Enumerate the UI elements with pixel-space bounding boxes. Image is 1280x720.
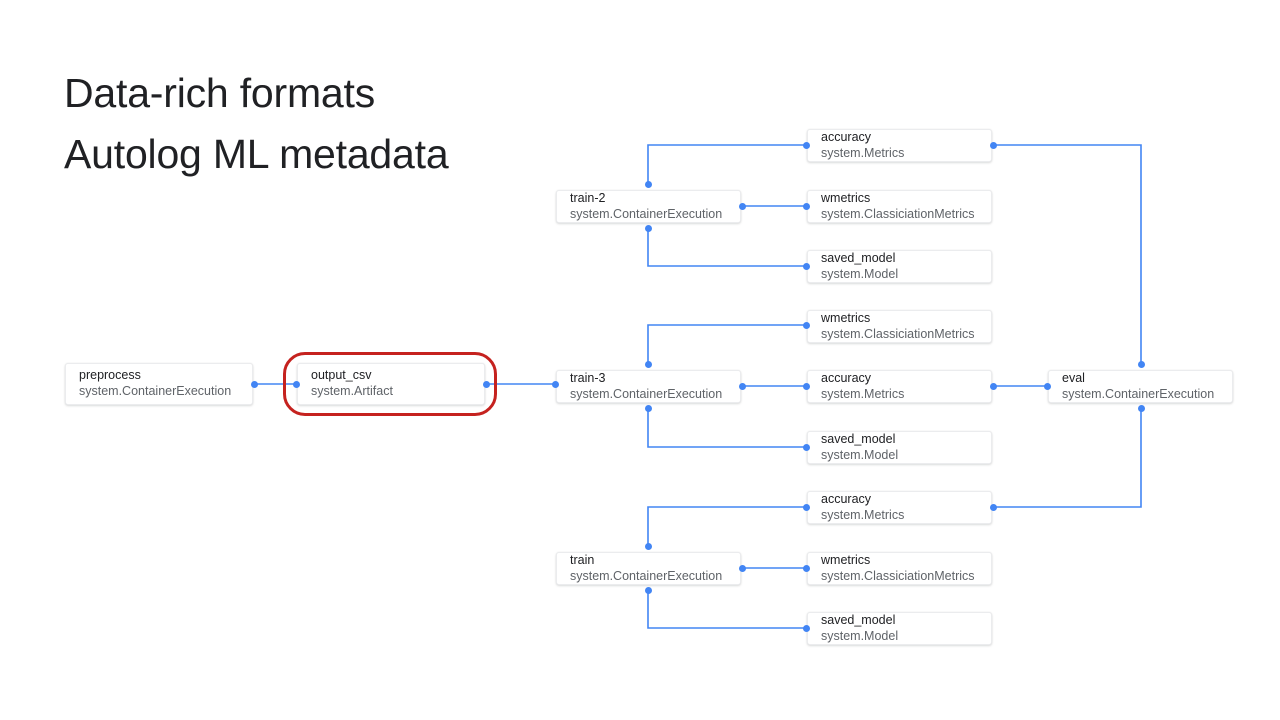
connector-dot-t1-accuracy-left <box>802 503 810 511</box>
graph-node-t2-saved_model[interactable]: saved_model system.Model <box>807 250 992 283</box>
node-title: accuracy <box>821 129 872 144</box>
node-type-label: system.ClassiciationMetrics <box>821 568 975 583</box>
node-title: saved_model <box>821 431 896 446</box>
node-type-label: system.ContainerExecution <box>1062 386 1215 401</box>
connector-dot-train-3-top <box>644 360 652 368</box>
node-title: wmetrics <box>821 190 871 205</box>
node-title: accuracy <box>821 370 872 385</box>
connector-dot-t1-accuracy-right <box>989 503 997 511</box>
connector-dot-t1-wmetrics-left <box>802 564 810 572</box>
node-title: accuracy <box>821 491 872 506</box>
graph-node-t1-accuracy[interactable]: accuracy system.Metrics <box>807 491 992 524</box>
connector-dot-t2-wmetrics-left <box>802 202 810 210</box>
edge-layer <box>256 144 1142 629</box>
connector-dot-eval-left <box>1043 382 1051 390</box>
node-type-label: system.Artifact <box>311 384 393 398</box>
graph-node-output_csv[interactable]: output_csv system.Artifact <box>297 363 485 405</box>
lineage-graph: preprocess system.ContainerExecution outpu… <box>0 0 1280 720</box>
graph-node-t2-wmetrics[interactable]: wmetrics system.ClassiciationMetrics <box>807 190 992 223</box>
node-title: preprocess <box>79 368 141 382</box>
node-type-label: system.ContainerExecution <box>79 384 232 398</box>
connector-dot-output_csv-left <box>292 380 300 388</box>
node-type-label: system.ContainerExecution <box>570 206 723 221</box>
connector-dot-t3-accuracy-left <box>802 382 810 390</box>
connector-dot-train-3-right <box>738 382 746 390</box>
graph-edge <box>647 590 808 629</box>
node-type-label: system.Model <box>821 628 899 643</box>
node-type-label: system.ClassiciationMetrics <box>821 206 975 221</box>
connector-dot-train-2-right <box>738 202 746 210</box>
node-type-label: system.Metrics <box>821 145 905 160</box>
graph-node-t3-wmetrics[interactable]: wmetrics system.ClassiciationMetrics <box>807 310 992 343</box>
node-title: train-3 <box>570 370 606 385</box>
connector-dot-train-top <box>644 542 652 550</box>
connector-dot-t3-saved_model-left <box>802 443 810 451</box>
graph-node-t2-accuracy[interactable]: accuracy system.Metrics <box>807 129 992 162</box>
node-title: saved_model <box>821 250 896 265</box>
node-title: wmetrics <box>821 310 871 325</box>
connector-dot-eval-bottom <box>1137 404 1145 412</box>
connector-dot-preprocess-right <box>250 380 258 388</box>
connector-dot-train-bottom <box>644 586 652 594</box>
connector-dot-train-2-bottom <box>644 224 652 232</box>
graph-node-t3-accuracy[interactable]: accuracy system.Metrics <box>807 370 992 403</box>
node-type-label: system.Model <box>821 266 899 281</box>
node-title: train <box>570 552 595 567</box>
connector-dot-t3-accuracy-right <box>989 382 997 390</box>
connector-dot-t2-accuracy-left <box>802 141 810 149</box>
graph-edge <box>647 408 808 448</box>
connector-dot-output_csv-right <box>482 380 490 388</box>
node-type-label: system.ContainerExecution <box>570 386 723 401</box>
graph-node-t3-saved_model[interactable]: saved_model system.Model <box>807 431 992 464</box>
connector-dot-train-3-left <box>551 380 559 388</box>
connector-dot-eval-top <box>1137 360 1145 368</box>
node-title: train-2 <box>570 190 606 205</box>
graph-node-train-2[interactable]: train-2 system.ContainerExecution <box>556 190 741 223</box>
graph-edge <box>995 408 1142 508</box>
node-type-label: system.Metrics <box>821 507 905 522</box>
connector-dot-t2-saved_model-left <box>802 262 810 270</box>
connector-dot-t3-wmetrics-left <box>802 321 810 329</box>
connector-dot-train-right <box>738 564 746 572</box>
node-title: wmetrics <box>821 552 871 567</box>
graph-node-t1-saved_model[interactable]: saved_model system.Model <box>807 612 992 645</box>
graph-node-t1-wmetrics[interactable]: wmetrics system.ClassiciationMetrics <box>807 552 992 585</box>
node-title: eval <box>1062 370 1085 385</box>
graph-edge <box>647 228 808 267</box>
node-type-label: system.Model <box>821 447 899 462</box>
graph-node-eval[interactable]: eval system.ContainerExecution <box>1048 370 1233 403</box>
connector-dot-t1-saved_model-left <box>802 624 810 632</box>
connector-dot-train-3-bottom <box>644 404 652 412</box>
graph-edge <box>647 144 808 184</box>
graph-edge <box>647 324 808 364</box>
node-type-label: system.ContainerExecution <box>570 568 723 583</box>
node-type-label: system.ClassiciationMetrics <box>821 326 975 341</box>
node-type-label: system.Metrics <box>821 386 905 401</box>
connector-dot-t2-accuracy-right <box>989 141 997 149</box>
graph-edge <box>995 144 1142 364</box>
connector-dot-train-2-top <box>644 180 652 188</box>
node-title: output_csv <box>311 368 372 382</box>
graph-edge <box>647 506 808 546</box>
graph-node-train[interactable]: train system.ContainerExecution <box>556 552 741 585</box>
node-title: saved_model <box>821 612 896 627</box>
graph-node-preprocess[interactable]: preprocess system.ContainerExecution <box>65 363 253 405</box>
graph-node-train-3[interactable]: train-3 system.ContainerExecution <box>556 370 741 403</box>
